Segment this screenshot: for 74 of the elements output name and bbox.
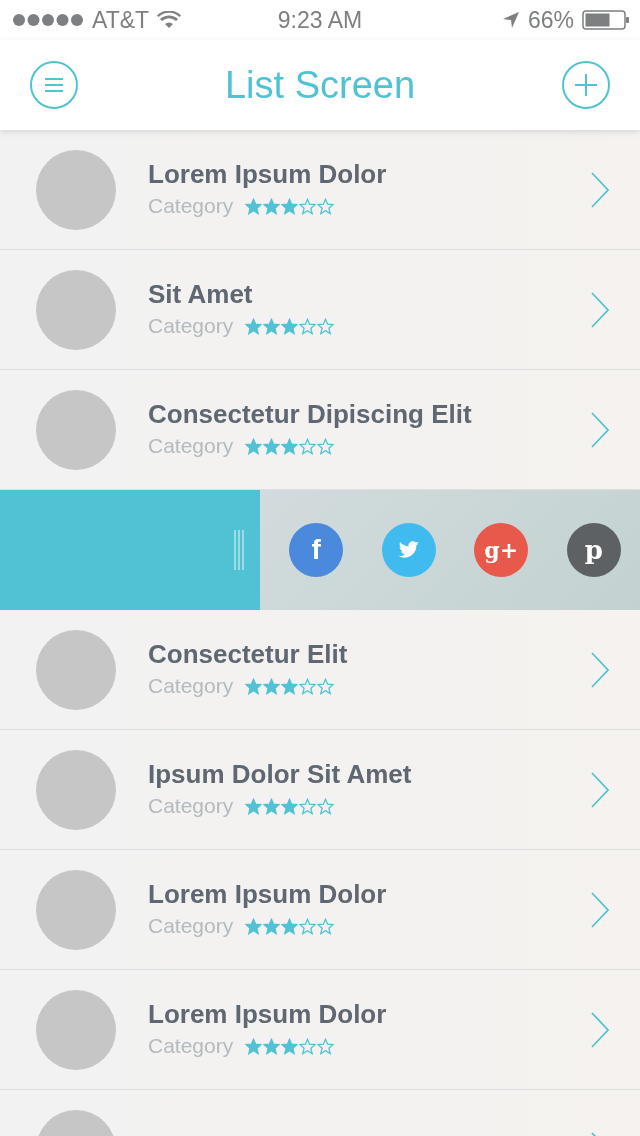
star-icon [299, 917, 317, 935]
plus-icon [574, 73, 598, 97]
chevron-right-icon [590, 172, 610, 208]
wifi-icon [157, 11, 182, 29]
chevron-right-icon [590, 772, 610, 808]
google-share-button[interactable]: g+ [474, 523, 529, 577]
item-category: Category [148, 434, 234, 458]
twitter-share-button[interactable] [381, 523, 436, 577]
item-category: Category [148, 314, 234, 338]
chevron-right-icon [590, 892, 610, 928]
star-icon [317, 677, 335, 695]
star-icon [299, 1037, 317, 1055]
screen-title: List Screen [224, 63, 416, 107]
drag-handle-icon[interactable] [234, 530, 244, 570]
item-title: Lorem Ipsum Dolor [148, 159, 388, 190]
star-icon [299, 197, 317, 215]
bird-icon [397, 541, 420, 559]
item-category: Category [148, 194, 234, 218]
star-icon [281, 317, 299, 335]
star-icon [299, 797, 317, 815]
facebook-share-button[interactable]: f [289, 523, 344, 577]
battery-icon [582, 10, 630, 30]
item-title: Sit Amet [148, 279, 254, 310]
star-icon [245, 677, 263, 695]
menu-icon [44, 77, 64, 93]
item-category: Category [148, 914, 234, 938]
star-icon [245, 317, 263, 335]
star-icon [245, 197, 263, 215]
star-icon [299, 677, 317, 695]
item-category: Category [148, 674, 234, 698]
star-icon [299, 437, 317, 455]
item-category: Category [148, 1034, 234, 1058]
add-button[interactable] [562, 61, 610, 109]
chevron-right-icon [590, 292, 610, 328]
pinterest-share-button[interactable]: p [566, 523, 621, 577]
star-icon [245, 797, 263, 815]
carrier-label: AT&T [92, 6, 150, 34]
chevron-right-icon [590, 412, 610, 448]
chevron-right-icon [590, 1012, 610, 1048]
star-icon [245, 1037, 263, 1055]
star-icon [317, 317, 335, 335]
chevron-right-icon [590, 652, 610, 688]
star-icon [263, 677, 281, 695]
star-icon [281, 1037, 299, 1055]
item-title: Consectetur Elit [148, 639, 349, 670]
status-time: 9:23 AM [277, 6, 363, 34]
star-icon [299, 317, 317, 335]
item-title: Consectetur Dipiscing Elit [148, 399, 473, 430]
item-category: Category [148, 794, 234, 818]
star-icon [281, 197, 299, 215]
star-icon [317, 1037, 335, 1055]
star-icon [281, 677, 299, 695]
star-icon [317, 797, 335, 815]
battery-percent: 66% [527, 6, 574, 34]
signal-icon [12, 13, 84, 27]
star-icon [317, 197, 335, 215]
star-icon [263, 197, 281, 215]
location-icon [501, 11, 520, 29]
star-icon [263, 317, 281, 335]
menu-button[interactable] [30, 61, 78, 109]
item-title: Lorem Ipsum Dolor [148, 999, 388, 1030]
star-icon [281, 437, 299, 455]
star-icon [281, 797, 299, 815]
item-title: Lorem Ipsum Dolor [148, 879, 388, 910]
star-icon [317, 437, 335, 455]
item-title: Ipsum Dolor Sit Amet [148, 759, 413, 790]
star-icon [263, 437, 281, 455]
star-icon [263, 1037, 281, 1055]
star-icon [281, 917, 299, 935]
star-icon [245, 917, 263, 935]
star-icon [263, 917, 281, 935]
star-icon [263, 797, 281, 815]
star-icon [317, 917, 335, 935]
star-icon [245, 437, 263, 455]
